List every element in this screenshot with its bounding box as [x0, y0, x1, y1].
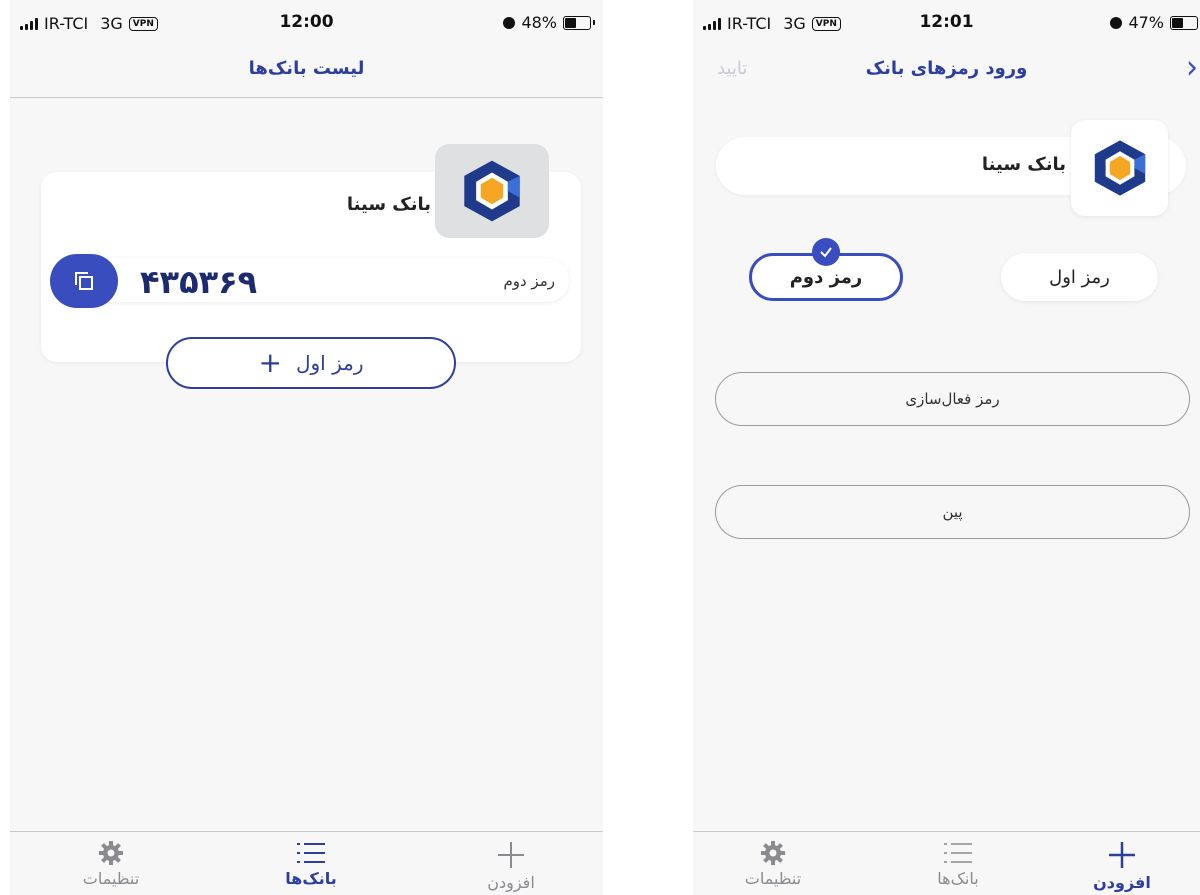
- check-icon: [812, 238, 840, 266]
- plus-icon: [498, 842, 524, 868]
- tab-banks-label: بانک‌ها: [285, 869, 337, 888]
- nav-bar: تایید ورود رمزهای بانک ›: [693, 44, 1200, 97]
- status-bar: IR-TCI 3G VPN 12:00 48%: [10, 0, 603, 44]
- password-type-first[interactable]: رمز اول: [1001, 253, 1158, 301]
- pin-placeholder: پین: [942, 503, 963, 521]
- password-type-first-label: رمز اول: [1049, 266, 1110, 288]
- activation-code-field[interactable]: رمز فعال‌سازی: [715, 372, 1190, 426]
- tab-bar: تنظیمات بانک‌ها افزودن: [10, 831, 603, 895]
- plus-icon: +: [258, 346, 282, 379]
- battery-percent: 48%: [521, 13, 557, 32]
- pin-field[interactable]: پین: [715, 485, 1190, 539]
- tab-settings-label: تنظیمات: [82, 869, 140, 888]
- tab-banks-label: بانک‌ها: [937, 869, 979, 888]
- add-password-label: رمز اول: [295, 351, 364, 375]
- status-bar: IR-TCI 3G VPN 12:01 47%: [693, 0, 1200, 44]
- activation-code-placeholder: رمز فعال‌سازی: [905, 390, 1000, 408]
- battery-info: 47%: [1110, 13, 1198, 32]
- bank-name: بانک سینا: [346, 194, 431, 215]
- password-value: ۴۳۵۳۶۹: [140, 263, 258, 301]
- bank-list-screen: IR-TCI 3G VPN 12:00 48% لیست بانک‌ها بان…: [10, 0, 603, 895]
- plus-icon: [1109, 842, 1135, 868]
- gear-icon: [761, 841, 785, 865]
- sina-bank-logo-icon: [1094, 140, 1145, 196]
- tab-add-label: افزودن: [487, 873, 535, 892]
- list-icon: [944, 843, 972, 863]
- copy-icon: [75, 272, 93, 290]
- password-label: رمز دوم: [503, 272, 555, 290]
- tab-add[interactable]: افزودن: [1067, 840, 1177, 892]
- bank-logo: [435, 144, 549, 238]
- alarm-icon: [503, 16, 516, 29]
- tab-bar: تنظیمات بانک‌ها افزودن: [693, 831, 1200, 895]
- password-type-second-label: رمز دوم: [789, 266, 863, 288]
- add-bank-password-screen: IR-TCI 3G VPN 12:01 47% تایید ورود رمزها…: [693, 0, 1200, 895]
- tab-settings[interactable]: تنظیمات: [718, 840, 828, 888]
- bank-name: بانک سینا: [981, 154, 1066, 175]
- tab-banks[interactable]: بانک‌ها: [903, 840, 1013, 888]
- password-row: رمز دوم ۴۳۵۳۶۹: [54, 258, 569, 302]
- battery-info: 48%: [503, 13, 595, 32]
- list-icon: [297, 843, 325, 863]
- page-title: ورود رمزهای بانک: [865, 58, 1028, 79]
- page-title: لیست بانک‌ها: [248, 58, 365, 79]
- tab-banks[interactable]: بانک‌ها: [256, 840, 366, 888]
- chevron-right-icon[interactable]: ›: [1186, 48, 1198, 87]
- bank-logo: [1071, 120, 1168, 216]
- nav-bar: لیست بانک‌ها: [10, 44, 603, 98]
- gear-icon: [99, 841, 123, 865]
- battery-icon: [1170, 15, 1198, 30]
- add-password-button[interactable]: رمز اول +: [166, 337, 456, 389]
- tab-add[interactable]: افزودن: [456, 840, 566, 892]
- sina-bank-logo-icon: [464, 160, 520, 222]
- battery-icon: [563, 15, 595, 30]
- battery-percent: 47%: [1128, 13, 1164, 32]
- tab-add-label: افزودن: [1093, 873, 1151, 892]
- copy-button[interactable]: [50, 254, 118, 308]
- tab-settings[interactable]: تنظیمات: [56, 840, 166, 888]
- tab-settings-label: تنظیمات: [744, 869, 802, 888]
- alarm-icon: [1110, 16, 1123, 29]
